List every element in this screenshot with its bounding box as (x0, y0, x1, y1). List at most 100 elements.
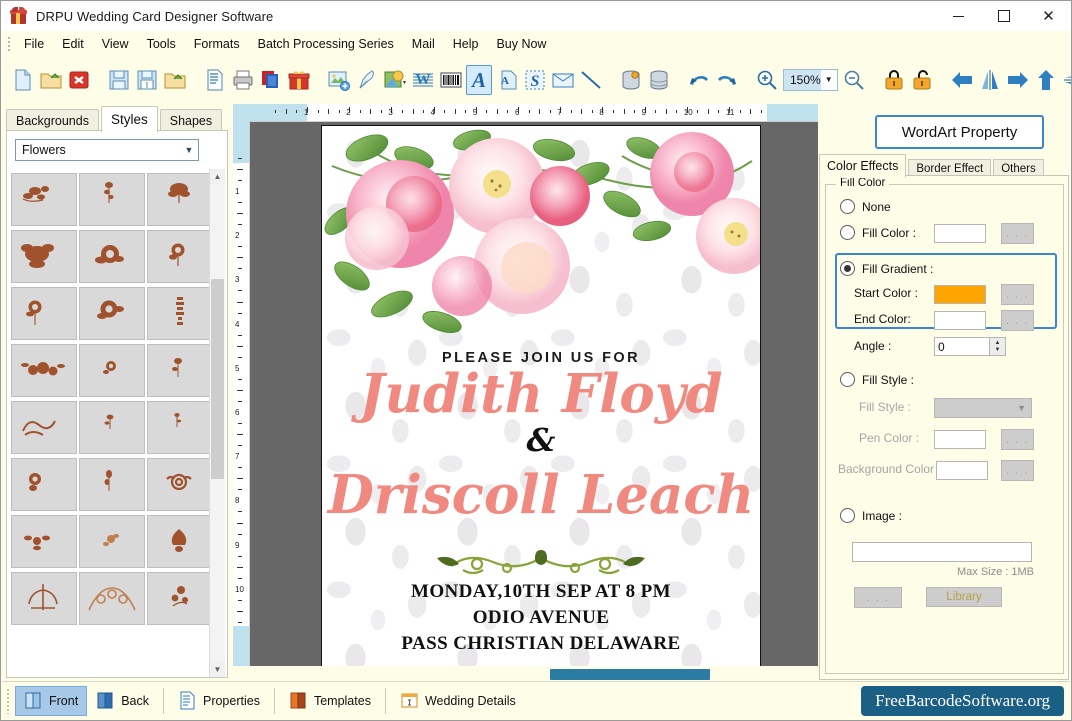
minimize-button[interactable] (936, 1, 981, 31)
align-top-button[interactable] (1033, 65, 1059, 95)
scrollbar-thumb[interactable] (211, 279, 224, 479)
menu-mail[interactable]: Mail (403, 34, 444, 54)
stepper-down-icon[interactable]: ▼ (995, 347, 1001, 354)
start-color-browse-button[interactable]: . . . (1001, 284, 1034, 305)
open-folder-button[interactable] (38, 65, 64, 95)
option-image[interactable]: Image : (840, 508, 902, 523)
gallery-item[interactable] (147, 572, 213, 625)
menu-formats[interactable]: Formats (185, 34, 249, 54)
tab-styles[interactable]: Styles (100, 106, 158, 132)
card-layers-button[interactable] (258, 65, 284, 95)
database-settings-button[interactable] (618, 65, 644, 95)
image-path-input[interactable] (852, 542, 1032, 562)
undo-button[interactable] (686, 65, 712, 95)
menu-tools[interactable]: Tools (138, 34, 185, 54)
watermark-button[interactable]: W (410, 65, 436, 95)
chevron-down-icon[interactable]: ▼ (180, 145, 198, 155)
flip-horizontal-button[interactable] (977, 65, 1003, 95)
envelope-button[interactable] (550, 65, 576, 95)
unlock-button[interactable] (909, 65, 935, 95)
end-color-swatch[interactable] (934, 311, 986, 330)
line-button[interactable] (578, 65, 604, 95)
zoom-level-combobox[interactable]: 150% ▼ (783, 69, 838, 91)
pen-color-swatch[interactable] (934, 430, 986, 449)
align-left-button[interactable] (949, 65, 975, 95)
card-name-1[interactable]: Judith Floyd (322, 363, 760, 425)
radio-fill-color[interactable] (840, 225, 855, 240)
gallery-item[interactable] (11, 344, 77, 397)
option-fill-gradient[interactable]: Fill Gradient : (840, 261, 933, 276)
library-button[interactable]: Library (926, 587, 1002, 607)
image-browse-button[interactable]: . . . (854, 587, 902, 608)
background-color-swatch[interactable] (936, 461, 988, 480)
gallery-item[interactable] (11, 287, 77, 340)
align-right-button[interactable] (1005, 65, 1031, 95)
gallery-item[interactable] (79, 230, 145, 283)
lock-button[interactable] (881, 65, 907, 95)
wedding-card[interactable]: PLEASE JOIN US FOR Judith Floyd & Drisco… (321, 125, 761, 666)
gift-button[interactable] (286, 65, 312, 95)
radio-fill-gradient[interactable] (840, 261, 855, 276)
gallery-item[interactable] (79, 458, 145, 511)
radio-fill-style[interactable] (840, 372, 855, 387)
card-ampersand[interactable]: & (322, 421, 760, 459)
gallery-item[interactable] (11, 401, 77, 454)
card-detail-line-2[interactable]: ODIO AVENUE (322, 607, 760, 629)
style-category-combobox[interactable]: Flowers ▼ (15, 139, 199, 161)
database-button[interactable] (646, 65, 672, 95)
stepper-up-icon[interactable]: ▲ (995, 340, 1001, 347)
export-folder-button[interactable] (162, 65, 188, 95)
scroll-up-icon[interactable]: ▲ (210, 169, 225, 184)
bottom-button-properties[interactable]: Properties (169, 686, 269, 716)
card-name-2[interactable]: Driscoll Leach (322, 464, 760, 526)
print-button[interactable] (230, 65, 256, 95)
styles-gallery[interactable] (9, 169, 213, 677)
gallery-item[interactable] (79, 344, 145, 397)
angle-spinner[interactable]: 0 ▲ ▼ (934, 337, 1006, 356)
wordart-button[interactable]: A (466, 65, 492, 95)
fill-color-swatch[interactable] (934, 224, 986, 243)
maximize-button[interactable] (981, 1, 1026, 31)
option-fill-style[interactable]: Fill Style : (840, 372, 914, 387)
gallery-item[interactable] (11, 173, 77, 226)
tab-backgrounds[interactable]: Backgrounds (6, 109, 99, 132)
chevron-down-icon[interactable]: ▼ (820, 70, 837, 90)
horizontal-scrollbar[interactable] (250, 667, 818, 682)
menu-edit[interactable]: Edit (53, 34, 93, 54)
gallery-item[interactable] (147, 401, 213, 454)
pen-button[interactable] (354, 65, 380, 95)
gallery-item[interactable] (11, 230, 77, 283)
pen-color-browse-button[interactable]: . . . (1001, 429, 1034, 450)
insert-image-button[interactable] (326, 65, 352, 95)
bottom-button-templates[interactable]: Templates (280, 686, 380, 716)
card-detail-line-3[interactable]: PASS CHRISTIAN DELAWARE (322, 633, 760, 655)
gallery-item[interactable] (79, 515, 145, 568)
menu-buy-now[interactable]: Buy Now (487, 34, 555, 54)
tab-shapes[interactable]: Shapes (159, 109, 223, 132)
start-color-swatch[interactable] (934, 285, 986, 304)
bottom-button-back[interactable]: Back (87, 686, 158, 716)
save-button[interactable] (106, 65, 132, 95)
fill-style-select[interactable]: ▼ (934, 398, 1032, 418)
bottom-button-wedding-details[interactable]: Wedding Details (391, 686, 525, 716)
gallery-item[interactable] (147, 515, 213, 568)
gallery-item[interactable] (147, 287, 213, 340)
gallery-item[interactable] (79, 401, 145, 454)
barcode-button[interactable] (438, 65, 464, 95)
background-color-browse-button[interactable]: . . . (1001, 460, 1034, 481)
tab-color-effects[interactable]: Color Effects (819, 154, 907, 178)
shape-picture-button[interactable] (382, 65, 408, 95)
radio-none[interactable] (840, 199, 855, 214)
close-document-button[interactable] (66, 65, 92, 95)
menu-view[interactable]: View (93, 34, 138, 54)
flip-vertical-button[interactable] (1061, 65, 1071, 95)
menu-file[interactable]: File (15, 34, 53, 54)
gallery-item[interactable] (79, 287, 145, 340)
scroll-down-icon[interactable]: ▼ (210, 662, 225, 677)
fill-color-browse-button[interactable]: . . . (1001, 223, 1034, 244)
menu-help[interactable]: Help (444, 34, 488, 54)
gallery-item[interactable] (11, 458, 77, 511)
gallery-item[interactable] (11, 572, 77, 625)
angle-stepper-arrows[interactable]: ▲ ▼ (989, 338, 1005, 355)
gallery-item[interactable] (147, 458, 213, 511)
